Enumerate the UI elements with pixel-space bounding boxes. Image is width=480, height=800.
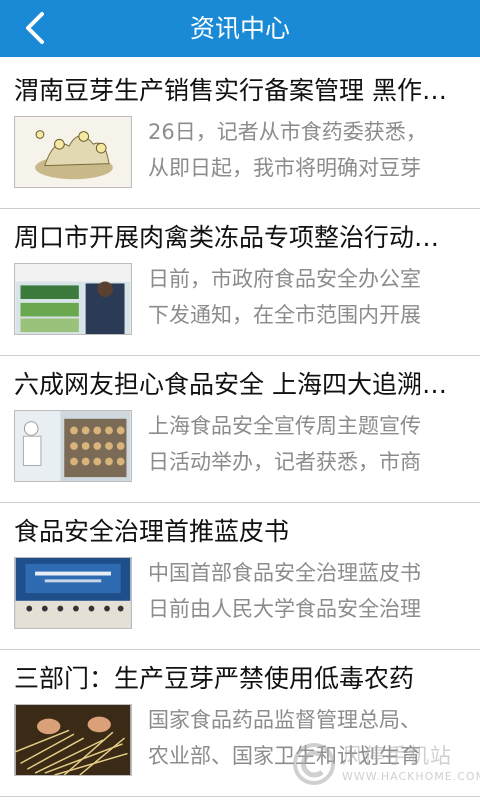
news-thumbnail: [14, 557, 132, 629]
news-item[interactable]: 食品安全治理首推蓝皮书 中国首部食品安全治理蓝皮书 日前由人民大学食品安全治理: [0, 503, 480, 650]
summary-line: 中国首部食品安全治理蓝皮书: [148, 561, 421, 585]
summary-line: 日前由人民大学食品安全治理: [148, 597, 421, 621]
app-header: 资讯中心: [0, 0, 480, 57]
news-title: 食品安全治理首推蓝皮书: [14, 517, 290, 546]
watermark-logo-icon: [293, 743, 335, 785]
news-list: 渭南豆芽生产销售实行备案管理 黑作坊要遭严打 26日，记者从市食药委获悉， 从即…: [0, 62, 480, 797]
summary-line: 下发通知，在全市范围内开展: [148, 303, 421, 327]
watermark-url: WWW.HACKHOME.COM: [342, 770, 480, 783]
news-title: 六成网友担心食品安全 上海四大追溯系统即将上线: [14, 370, 454, 399]
summary-line: 日前，市政府食品安全办公室: [148, 267, 421, 291]
summary-line: 日活动举办，记者获悉，市商: [148, 450, 421, 474]
news-item[interactable]: 周口市开展肉禽类冻品专项整治行动保障食品安全 日前，市政府食品安全办公室 下发通…: [0, 209, 480, 356]
news-summary: 日前，市政府食品安全办公室 下发通知，在全市范围内开展: [148, 261, 448, 333]
news-item[interactable]: 渭南豆芽生产销售实行备案管理 黑作坊要遭严打 26日，记者从市食药委获悉， 从即…: [0, 62, 480, 209]
news-thumbnail: [14, 116, 132, 188]
news-title: 三部门：生产豆芽严禁使用低毒农药: [14, 664, 415, 693]
site-watermark: 风停手机站 WWW.HACKHOME.COM: [292, 738, 480, 794]
news-summary: 中国首部食品安全治理蓝皮书 日前由人民大学食品安全治理: [148, 555, 448, 627]
news-thumbnail: [14, 263, 132, 335]
news-item[interactable]: 六成网友担心食品安全 上海四大追溯系统即将上线 上海食品安全宣传周主题宣传 日活…: [0, 356, 480, 503]
summary-line: 从即日起，我市将明确对豆芽: [148, 156, 421, 180]
news-title: 渭南豆芽生产销售实行备案管理 黑作坊要遭严打: [14, 76, 454, 105]
watermark-text: 风停手机站: [342, 744, 452, 768]
summary-line: 上海食品安全宣传周主题宣传: [148, 414, 421, 438]
summary-line: 26日，记者从市食药委获悉，: [148, 120, 427, 144]
news-summary: 上海食品安全宣传周主题宣传 日活动举办，记者获悉，市商: [148, 408, 448, 480]
page-title: 资讯中心: [189, 14, 290, 43]
news-title: 周口市开展肉禽类冻品专项整治行动保障食品安全: [14, 223, 454, 252]
news-summary: 26日，记者从市食药委获悉， 从即日起，我市将明确对豆芽: [148, 114, 448, 186]
news-thumbnail: [14, 410, 132, 482]
summary-line: 国家食品药品监督管理总局、: [148, 708, 421, 732]
news-thumbnail: [14, 704, 132, 776]
